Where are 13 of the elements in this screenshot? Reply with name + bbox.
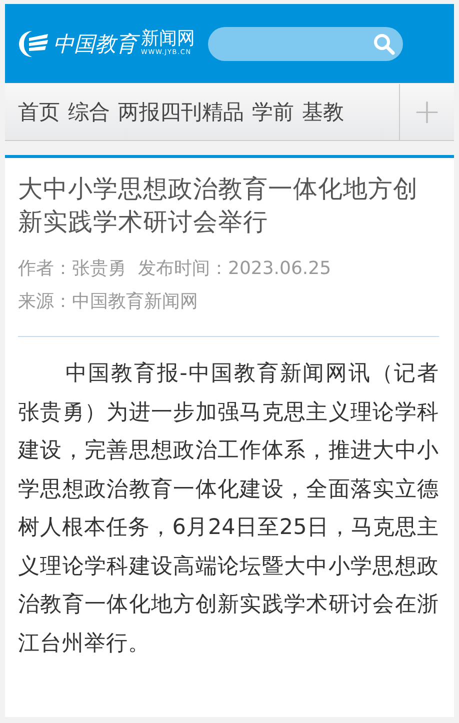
logo-subtitle: 新闻网	[141, 28, 195, 48]
search-icon[interactable]	[373, 32, 395, 54]
search-field[interactable]	[208, 26, 403, 60]
nav-tab[interactable]: 两报四刊精品	[118, 98, 244, 126]
nav-tab[interactable]: 综合	[68, 98, 110, 126]
nav-tab[interactable]: 学前	[252, 98, 294, 126]
article-title: 大中小学思想政治教育一体化地方创新实践学术研讨会举行	[18, 173, 419, 238]
nav-tab[interactable]: 首页	[18, 98, 60, 126]
author-text: 作者：张贵勇	[18, 258, 126, 279]
nav-tab[interactable]: 基教	[302, 98, 344, 126]
publish-date: 发布时间：2023.06.25	[138, 258, 332, 279]
source-text: 来源：中国教育新闻网	[18, 290, 199, 314]
article-paragraph: 中国教育报-中国教育新闻网讯（记者张贵勇）为进一步加强马克思主义理论学科建设，完善思想政治工作体系，推进大中小学思想政治教育一体化建设，全面落实立德树人根本任务，6月24日至25日，马克思主义理论学科建设高端论坛暨大中小学思想政治教育一体化地方创新实践学术研讨会在浙江台州举行。	[18, 360, 439, 658]
